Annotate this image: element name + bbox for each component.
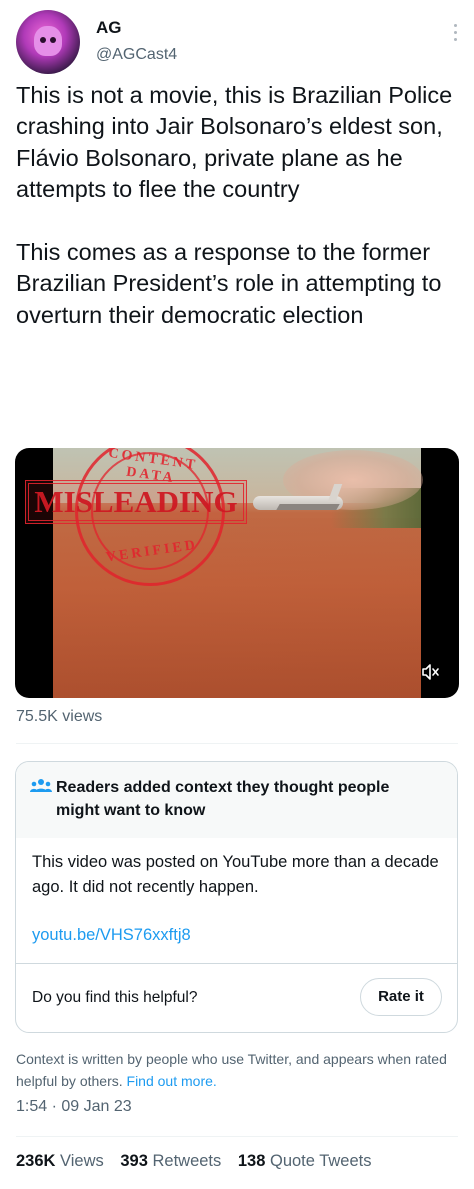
community-note: Readers added context they thought peopl… (15, 761, 458, 1033)
tweet-header: AG @AGCast4 (16, 10, 458, 80)
quote-tweets-count: 138 (237, 1152, 266, 1170)
tweet-text: This is not a movie, this is Brazilian P… (16, 82, 453, 328)
divider (16, 1136, 458, 1137)
avatar-eye-left (40, 37, 46, 43)
helpful-question: Do you find this helpful? (32, 989, 198, 1006)
speaker-muted-icon[interactable] (421, 664, 441, 680)
community-note-title: Readers added context they thought peopl… (56, 779, 390, 819)
community-note-body: This video was posted on YouTube more th… (32, 853, 439, 896)
views-stat[interactable]: 236K Views (16, 1152, 104, 1170)
stamp-word: MISLEADING (34, 484, 238, 519)
video-views: 75.5K views (16, 708, 103, 725)
avatar-face (34, 26, 62, 56)
views-label: Views (60, 1152, 104, 1170)
video-plane-wing (276, 504, 340, 510)
community-note-header: Readers added context they thought peopl… (16, 762, 457, 838)
quote-tweets-label: Quote Tweets (269, 1152, 372, 1170)
author-handle[interactable]: @AGCast4 (96, 46, 177, 64)
retweets-count: 393 (120, 1152, 148, 1170)
retweets-stat[interactable]: 393 Retweets (120, 1152, 221, 1170)
community-note-divider (16, 963, 457, 964)
avatar[interactable] (16, 10, 80, 74)
more-options-icon[interactable] (452, 24, 458, 44)
tweet-timestamp[interactable]: 1:54 · 09 Jan 23 (16, 1098, 132, 1116)
video-player[interactable]: CONTENT DATA MISLEADING VERIFIED (15, 448, 459, 698)
misleading-stamp: CONTENT DATA MISLEADING VERIFIED (25, 448, 255, 606)
views-count: 236K (16, 1152, 56, 1170)
retweets-label: Retweets (152, 1152, 222, 1170)
rate-it-button[interactable]: Rate it (360, 978, 442, 1016)
quote-tweets-stat[interactable]: 138 Quote Tweets (238, 1152, 372, 1170)
context-text: Context is written by people who use Twi… (16, 1051, 447, 1089)
avatar-eye-right (50, 37, 56, 43)
context-disclaimer: Context is written by people who use Twi… (16, 1048, 456, 1092)
people-icon (30, 778, 52, 794)
divider (16, 743, 458, 744)
community-note-link[interactable]: youtu.be/VHS76xxftj8 (32, 926, 191, 945)
author-name[interactable]: AG (96, 18, 122, 38)
tweet-stats: 236K Views 393 Retweets 138 Quote Tweets (16, 1152, 372, 1171)
find-out-more-link[interactable]: Find out more. (127, 1073, 217, 1089)
